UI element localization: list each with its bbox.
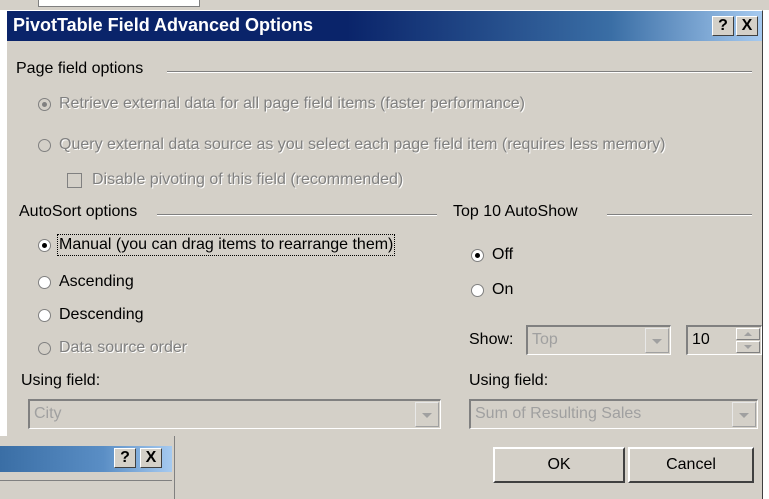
top10-on-label: On: [492, 281, 514, 298]
chevron-down-icon: [645, 328, 669, 353]
top10-field-value: Sum of Resulting Sales: [475, 405, 642, 422]
checkbox-icon: [67, 172, 82, 188]
page-field-options-label: Page field options: [16, 60, 150, 78]
radio-icon: [38, 238, 51, 252]
background-help-button[interactable]: ?: [114, 448, 136, 468]
disable-pivoting-checkbox[interactable]: Disable pivoting of this field (recommen…: [67, 171, 403, 189]
pivot-field-advanced-options-dialog: PivotTable Field Advanced Options ? X Pa…: [6, 10, 763, 499]
chevron-down-icon: [415, 402, 439, 427]
ok-button[interactable]: OK: [493, 447, 625, 483]
sort-manual-radio[interactable]: Manual (you can drag items to rearrange …: [38, 234, 396, 256]
radio-icon: [38, 308, 51, 322]
sort-ascending-radio[interactable]: Ascending: [38, 273, 134, 291]
top10-off-label: Off: [492, 246, 514, 263]
top10-off-radio[interactable]: Off: [471, 246, 513, 264]
radio-icon: [38, 138, 51, 152]
sort-manual-label: Manual (you can drag items to rearrange …: [56, 234, 396, 256]
background-divider: [0, 480, 172, 481]
cancel-button[interactable]: Cancel: [628, 447, 754, 483]
page-field-separator: [167, 71, 752, 73]
query-source-label: Query external data source as you select…: [59, 136, 666, 153]
top10-using-field-label: Using field:: [469, 372, 549, 389]
close-button[interactable]: X: [736, 16, 758, 36]
show-label: Show:: [469, 331, 514, 348]
show-select[interactable]: Top: [526, 325, 671, 355]
top-count-spinner[interactable]: 10: [686, 325, 762, 355]
background-close-button[interactable]: X: [140, 448, 162, 468]
dialog-title: PivotTable Field Advanced Options: [13, 15, 314, 35]
radio-icon: [38, 97, 51, 111]
sort-data-source-radio[interactable]: Data source order: [38, 339, 187, 357]
background-dialog: ? X: [0, 436, 175, 499]
query-source-radio[interactable]: Query external data source as you select…: [38, 136, 666, 154]
top10-on-radio[interactable]: On: [471, 281, 513, 299]
background-field: [38, 0, 200, 7]
radio-icon: [471, 248, 484, 262]
top-count-value: 10: [692, 331, 710, 348]
show-value: Top: [532, 331, 558, 348]
autosort-field-value: City: [34, 405, 62, 422]
chevron-down-icon: [732, 402, 756, 427]
autosort-separator: [157, 214, 437, 216]
sort-ascending-label: Ascending: [59, 273, 134, 290]
sort-descending-label: Descending: [59, 306, 144, 323]
title-bar[interactable]: PivotTable Field Advanced Options ? X: [7, 11, 762, 41]
retrieve-all-radio[interactable]: Retrieve external data for all page fiel…: [38, 95, 525, 113]
disable-pivoting-label: Disable pivoting of this field (recommen…: [92, 171, 404, 188]
radio-icon: [38, 275, 51, 289]
top10-field-select[interactable]: Sum of Resulting Sales: [469, 399, 758, 429]
top10-separator: [607, 214, 752, 216]
retrieve-all-label: Retrieve external data for all page fiel…: [59, 95, 525, 112]
radio-icon: [471, 283, 484, 297]
radio-icon: [38, 341, 51, 355]
autosort-options-label: AutoSort options: [19, 203, 144, 221]
sort-descending-radio[interactable]: Descending: [38, 306, 144, 324]
top10-autoshow-label: Top 10 AutoShow: [453, 203, 584, 221]
autosort-field-select[interactable]: City: [28, 399, 441, 429]
help-button[interactable]: ?: [712, 16, 734, 36]
spin-up-icon[interactable]: [736, 328, 760, 340]
autosort-using-field-label: Using field:: [21, 372, 101, 389]
sort-data-source-label: Data source order: [59, 339, 188, 356]
spin-down-icon[interactable]: [736, 341, 760, 353]
